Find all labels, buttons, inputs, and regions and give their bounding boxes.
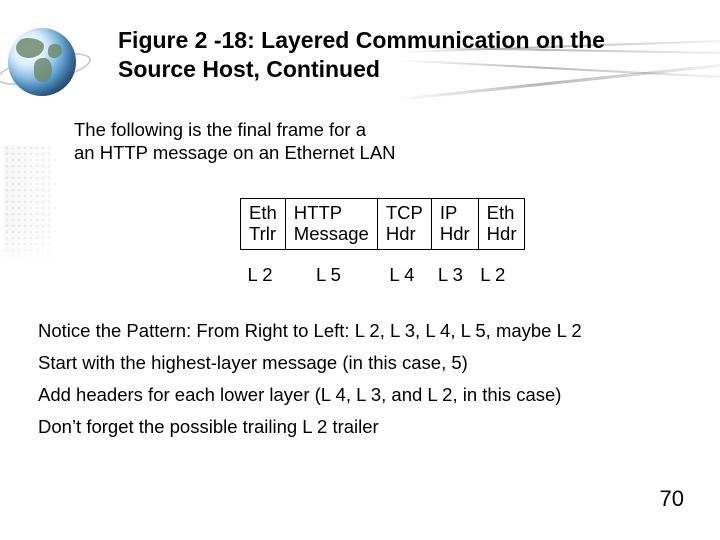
frame-diagram: Eth Trlr HTTP Message TCP Hdr IP Hdr Eth… <box>240 198 525 286</box>
layer-label: L 2 <box>240 264 280 286</box>
frame-cell-ip-hdr: IP Hdr <box>431 199 478 250</box>
intro-line-2: an HTTP message on an Ethernet LAN <box>74 142 396 163</box>
layer-label: L 3 <box>431 264 469 286</box>
frame-cell-tcp-hdr: TCP Hdr <box>377 199 431 250</box>
page-number: 70 <box>660 486 684 512</box>
layer-label: L 2 <box>474 264 512 286</box>
body-line-3: Add headers for each lower layer (L 4, L… <box>38 384 688 406</box>
intro-line-1: The following is the final frame for a <box>74 119 366 140</box>
intro-text: The following is the final frame for a a… <box>74 118 574 164</box>
body-line-2: Start with the highest-layer message (in… <box>38 352 688 374</box>
title-line-2: Source Host, Continued <box>118 56 380 82</box>
body-line-4: Don’t forget the possible trailing L 2 t… <box>38 416 688 438</box>
decorative-side-dots <box>4 145 50 265</box>
layer-labels-row: L 2 L 5 L 4 L 3 L 2 <box>240 264 525 286</box>
frame-cell-http-message: HTTP Message <box>285 199 377 250</box>
layer-label: L 5 <box>284 264 372 286</box>
frame-cell-eth-trlr: Eth Trlr <box>241 199 286 250</box>
title-line-1: Figure 2 -18: Layered Communication on t… <box>118 27 605 53</box>
globe-icon <box>0 10 100 110</box>
body-line-1: Notice the Pattern: From Right to Left: … <box>38 320 688 342</box>
layer-label: L 4 <box>377 264 427 286</box>
slide-title: Figure 2 -18: Layered Communication on t… <box>118 26 658 84</box>
frame-table: Eth Trlr HTTP Message TCP Hdr IP Hdr Eth… <box>240 198 525 250</box>
frame-cell-eth-hdr: Eth Hdr <box>478 199 525 250</box>
